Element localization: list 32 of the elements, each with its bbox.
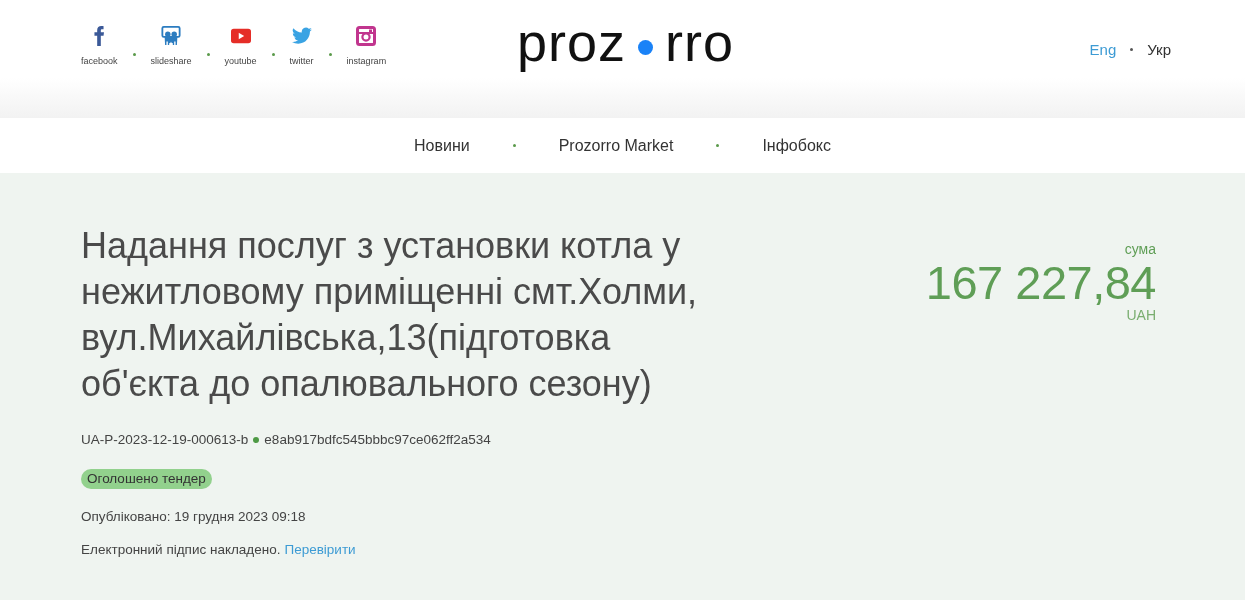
separator-dot-icon xyxy=(512,144,516,147)
amount-label: сума xyxy=(1124,240,1156,258)
language-link[interactable]: Укр xyxy=(1147,41,1171,58)
tender-id: UA-P-2023-12-19-000613-b xyxy=(81,431,249,449)
twitter-icon xyxy=(291,26,312,46)
status-badge: Оголошено тендер xyxy=(81,469,212,489)
separator-dot-icon xyxy=(1130,48,1134,51)
instagram-icon xyxy=(356,26,377,46)
social-link[interactable]: instagram xyxy=(343,26,390,66)
social-link[interactable]: slideshare xyxy=(147,26,195,66)
separator-dot-icon xyxy=(328,52,332,56)
separator-dot-icon xyxy=(206,52,210,56)
separator-dot-icon xyxy=(132,52,136,56)
dot-icon xyxy=(253,437,260,443)
nav-link[interactable]: Новини xyxy=(414,136,470,155)
social-link[interactable]: youtube xyxy=(221,26,260,66)
tender-title: Надання послуг з установки котла у нежитловому приміщенні смт.Холми, вул.Михайлівська,13(підготовка об'єкта до опалювального сезону) xyxy=(81,224,699,406)
social-link[interactable]: twitter xyxy=(286,26,317,66)
published-date: Опубліковано: 19 грудня 2023 09:18 xyxy=(81,509,306,524)
signature-text: Електронний підпис накладено. xyxy=(81,541,281,559)
social-link[interactable]: facebook xyxy=(78,26,121,66)
tender-hash: e8ab917bdfc545bbbc97ce062ff2a534 xyxy=(264,431,491,449)
amount-value: 167 227,84 xyxy=(925,258,1156,308)
slideshare-icon xyxy=(161,26,182,46)
nav-link[interactable]: Prozorro Market xyxy=(558,136,674,155)
currency-label: UAH xyxy=(1126,308,1156,322)
dot-icon xyxy=(638,39,654,55)
separator-dot-icon xyxy=(716,144,720,147)
youtube-icon xyxy=(230,26,251,46)
nav-link[interactable]: Інфобокс xyxy=(762,136,831,155)
logo-link[interactable]: proz rro xyxy=(517,15,735,77)
separator-dot-icon xyxy=(271,52,275,56)
